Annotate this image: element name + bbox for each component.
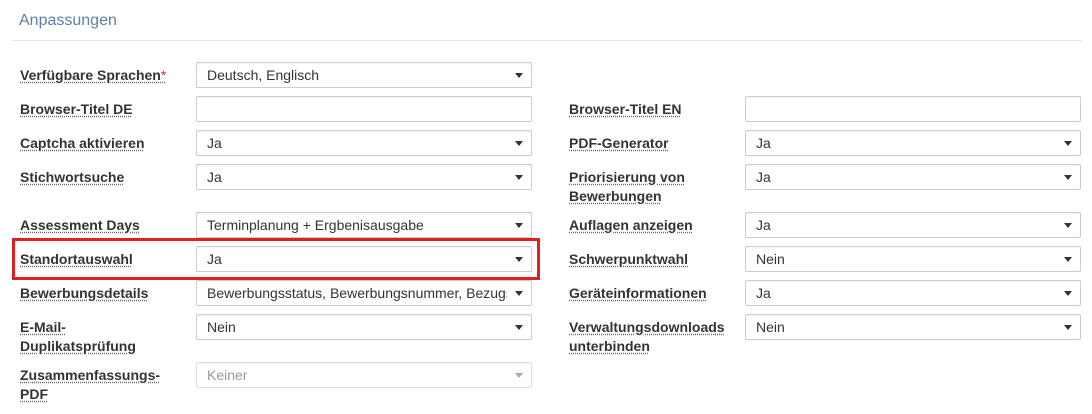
select-stichwortsuche[interactable]: Ja [196, 164, 532, 190]
select-priorisierung[interactable]: Ja [745, 164, 1081, 190]
select-value: Keiner [207, 367, 248, 383]
select-bewerbungsdetails[interactable]: Bewerbungsstatus, Bewerbungsnummer, Bezu… [196, 280, 532, 306]
select-value: Nein [756, 251, 785, 267]
label-standortauswahl: Standortauswahl [20, 251, 133, 267]
label-priorisierung-line2: Bewerbungen [569, 188, 662, 204]
label-priorisierung-line1: Priorisierung von [569, 169, 685, 185]
chevron-down-icon [515, 175, 523, 180]
label-verfuegbare-sprachen: Verfügbare Sprachen* [20, 67, 167, 83]
select-value: Bewerbungsstatus, Bewerbungsnummer, Bezu… [207, 285, 507, 301]
select-value: Ja [207, 169, 222, 185]
select-geraeteinformationen[interactable]: Ja [745, 280, 1081, 306]
chevron-down-icon [1064, 257, 1072, 262]
section-title: Anpassungen [19, 12, 117, 29]
label-auflagen: Auflagen anzeigen [569, 217, 693, 233]
label-bewerbungsdetails: Bewerbungsdetails [20, 285, 149, 301]
required-mark: * [160, 67, 167, 83]
chevron-down-icon [515, 325, 523, 330]
chevron-down-icon [1064, 291, 1072, 296]
label-zusammenfassung-line1: Zusammenfassungs- [20, 367, 161, 383]
chevron-down-icon [515, 73, 523, 78]
select-verwaltungsdownloads[interactable]: Nein [745, 314, 1081, 340]
chevron-down-icon [1064, 175, 1072, 180]
label-browser-titel-de: Browser-Titel DE [20, 101, 133, 117]
label-stichwortsuche: Stichwortsuche [20, 169, 125, 185]
input-browser-titel-en[interactable] [745, 96, 1081, 122]
chevron-down-icon [1064, 141, 1072, 146]
select-auflagen[interactable]: Ja [745, 212, 1081, 238]
chevron-down-icon [515, 257, 523, 262]
label-verwaltungsdownloads-line1: Verwaltungsdownloads [569, 319, 725, 335]
chevron-down-icon [515, 223, 523, 228]
chevron-down-icon [515, 373, 523, 378]
chevron-down-icon [515, 291, 523, 296]
label-zusammenfassung-line2: PDF [20, 386, 48, 402]
select-value: Ja [207, 135, 222, 151]
input-browser-titel-de[interactable] [196, 96, 532, 122]
label-schwerpunktwahl: Schwerpunktwahl [569, 251, 689, 267]
select-email-duplikat[interactable]: Nein [196, 314, 532, 340]
label-email-duplikat-line1: E-Mail- [20, 319, 66, 335]
select-value: Deutsch, Englisch [207, 67, 320, 83]
select-value: Nein [756, 319, 785, 335]
label-geraeteinformationen: Geräteinformationen [569, 285, 707, 301]
select-value: Ja [756, 135, 771, 151]
label-verwaltungsdownloads-line2: unterbinden [569, 338, 650, 354]
select-assessment-days[interactable]: Terminplanung + Ergbenisausgabe [196, 212, 532, 238]
chevron-down-icon [515, 141, 523, 146]
select-value: Ja [756, 285, 771, 301]
label-pdf-generator: PDF-Generator [569, 135, 669, 151]
select-schwerpunktwahl[interactable]: Nein [745, 246, 1081, 272]
select-value: Ja [756, 169, 771, 185]
select-verfuegbare-sprachen[interactable]: Deutsch, Englisch [196, 62, 532, 88]
select-captcha[interactable]: Ja [196, 130, 532, 156]
label-assessment-days: Assessment Days [20, 217, 140, 233]
select-value: Ja [756, 217, 771, 233]
select-zusammenfassung-pdf: Keiner [196, 362, 532, 388]
select-standortauswahl[interactable]: Ja [196, 246, 532, 272]
select-value: Nein [207, 319, 236, 335]
select-value: Terminplanung + Ergbenisausgabe [207, 217, 424, 233]
label-browser-titel-en: Browser-Titel EN [569, 101, 682, 117]
select-pdf-generator[interactable]: Ja [745, 130, 1081, 156]
select-value: Ja [207, 251, 222, 267]
chevron-down-icon [1064, 325, 1072, 330]
label-email-duplikat-line2: Duplikatsprüfung [20, 338, 136, 354]
chevron-down-icon [1064, 223, 1072, 228]
label-captcha: Captcha aktivieren [20, 135, 145, 151]
section-header: Anpassungen [12, 0, 1082, 41]
